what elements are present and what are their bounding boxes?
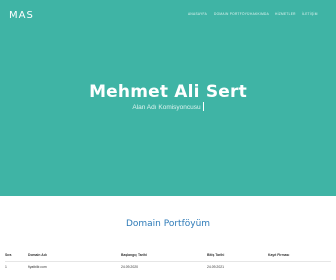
table-row: 1 fiyatbilir.com 24.09.2020 24.09.2021 xyxy=(5,261,331,270)
nav-item-home[interactable]: ANASAYFA xyxy=(188,12,207,16)
cell-index: 1 xyxy=(5,265,7,269)
column-header-start: Başlangıç Tarihi xyxy=(121,253,147,257)
cell-domain[interactable]: fiyatbilir.com xyxy=(28,265,47,269)
nav-item-services[interactable]: HİZMETLER xyxy=(275,12,296,16)
nav-item-about[interactable]: HAKKIMDA xyxy=(250,12,269,16)
portfolio-title: Domain Portföyüm xyxy=(125,219,211,229)
hero-subtitle: Alan Adı Komisyoncusu xyxy=(0,102,336,111)
typing-cursor xyxy=(202,102,204,111)
column-header-index: Sıra xyxy=(5,253,12,257)
nav-item-portfolio[interactable]: DOMAIN PORTFÖYÜ xyxy=(214,12,250,16)
hero-subtitle-text: Alan Adı Komisyoncusu xyxy=(132,104,201,111)
cell-end-date: 24.09.2021 xyxy=(207,265,224,269)
hero-banner: MAS ANASAYFA DOMAIN PORTFÖYÜ HAKKIMDA Hİ… xyxy=(0,0,336,196)
nav-item-contact[interactable]: İLETİŞİM xyxy=(302,12,318,16)
cell-start-date: 24.09.2020 xyxy=(121,265,138,269)
column-header-domain: Domain Adı xyxy=(28,253,47,257)
column-header-end: Bitiş Tarihi xyxy=(207,253,225,257)
column-header-registrar: Kayıt Firması xyxy=(268,253,290,257)
hero-title: Mehmet Ali Sert xyxy=(89,82,247,102)
table-header: Sıra Domain Adı Başlangıç Tarihi Bitiş T… xyxy=(5,250,331,258)
main-nav: ANASAYFA DOMAIN PORTFÖYÜ HAKKIMDA HİZMET… xyxy=(0,12,336,20)
